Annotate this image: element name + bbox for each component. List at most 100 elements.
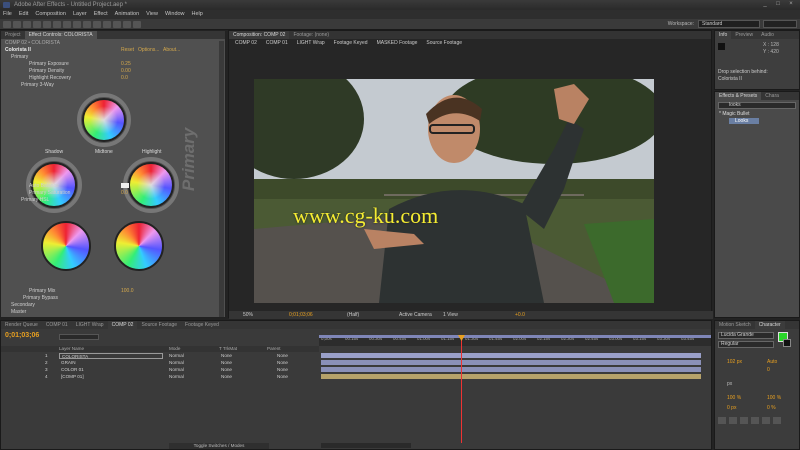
timeline-timecode[interactable]: 0;01;03;06 bbox=[5, 332, 39, 339]
primary-exposure-value[interactable]: 0.25 bbox=[121, 61, 131, 67]
menu-animation[interactable]: Animation bbox=[115, 10, 139, 19]
fx-search-input[interactable]: looks bbox=[718, 102, 796, 109]
current-time-indicator[interactable] bbox=[461, 335, 462, 443]
layer-mode[interactable]: Normal bbox=[169, 353, 184, 359]
tab-comp02[interactable]: COMP 02 bbox=[107, 321, 138, 329]
clone-tool-icon[interactable] bbox=[103, 21, 111, 28]
composition-viewer[interactable] bbox=[254, 79, 654, 303]
font-size-value[interactable]: 102 px bbox=[727, 359, 742, 365]
tab-motion-sketch[interactable]: Motion Sketch bbox=[715, 321, 755, 329]
layer-mode[interactable]: Normal bbox=[169, 360, 184, 366]
help-search-input[interactable] bbox=[763, 20, 797, 28]
menu-composition[interactable]: Composition bbox=[35, 10, 66, 19]
tab-info[interactable]: Info bbox=[715, 31, 732, 39]
layer-trkmat[interactable]: None bbox=[221, 367, 232, 373]
rotate-tool-icon[interactable] bbox=[33, 21, 41, 28]
auto-balance-swatch[interactable] bbox=[121, 183, 129, 188]
menu-edit[interactable]: Edit bbox=[19, 10, 28, 19]
layer-mode[interactable]: Normal bbox=[169, 374, 184, 380]
pan-behind-tool-icon[interactable] bbox=[53, 21, 61, 28]
layer-parent[interactable]: None bbox=[277, 367, 288, 373]
faux-bold-button[interactable] bbox=[718, 417, 726, 424]
work-area-bar[interactable] bbox=[319, 335, 711, 338]
superscript-button[interactable] bbox=[762, 417, 770, 424]
tsume-value[interactable]: 0 % bbox=[767, 405, 776, 411]
vertical-scale-value[interactable]: 100 % bbox=[727, 395, 741, 401]
layer-name[interactable]: GRAIN bbox=[61, 360, 76, 366]
font-style-select[interactable]: Regular bbox=[718, 341, 774, 348]
brush-tool-icon[interactable] bbox=[93, 21, 101, 28]
leading-value[interactable]: Auto bbox=[767, 359, 777, 365]
layer-parent[interactable]: None bbox=[277, 360, 288, 366]
tab-composition[interactable]: Composition: COMP 02 bbox=[229, 31, 290, 39]
font-family-select[interactable]: Lucida Grande bbox=[718, 332, 774, 339]
zoom-select[interactable]: 50% bbox=[243, 311, 253, 319]
layer-name[interactable]: COLORISTA bbox=[59, 353, 163, 359]
layer-name[interactable]: COLOR 01 bbox=[61, 367, 84, 373]
layer-bar[interactable] bbox=[321, 353, 701, 358]
subscript-button[interactable] bbox=[773, 417, 781, 424]
workspace-select[interactable]: Standard bbox=[698, 20, 760, 28]
tab-effects-presets[interactable]: Effects & Presets bbox=[715, 92, 762, 100]
stroke-color-swatch[interactable] bbox=[783, 339, 791, 347]
left-panel-scrollbar[interactable] bbox=[219, 41, 224, 317]
about-link[interactable]: About... bbox=[163, 47, 180, 53]
current-time-display[interactable]: 0;01;03;06 bbox=[289, 311, 313, 319]
fx-item-looks[interactable]: Looks bbox=[729, 118, 759, 124]
tab-character[interactable]: Character bbox=[754, 321, 785, 329]
secondary-group[interactable]: Secondary bbox=[11, 302, 35, 308]
tab-character-short[interactable]: Chara bbox=[761, 92, 783, 100]
reset-link[interactable]: Reset bbox=[121, 47, 134, 53]
layer-bar[interactable] bbox=[321, 374, 701, 379]
highlight-recovery-value[interactable]: 0.0 bbox=[121, 75, 128, 81]
tab-audio[interactable]: Audio bbox=[757, 31, 778, 39]
exposure-value[interactable]: +0.0 bbox=[515, 311, 525, 319]
resolution-select[interactable]: (Half) bbox=[347, 311, 359, 319]
menu-help[interactable]: Help bbox=[192, 10, 203, 19]
flow-comp01[interactable]: COMP 01 bbox=[266, 40, 288, 46]
hsl-hue-wheel[interactable] bbox=[41, 221, 91, 271]
selection-tool-icon[interactable] bbox=[3, 21, 11, 28]
layer-trkmat[interactable]: None bbox=[221, 360, 232, 366]
menu-view[interactable]: View bbox=[146, 10, 158, 19]
flow-masked-footage[interactable]: MASKED Footage bbox=[377, 40, 418, 46]
toggle-switches-modes-button[interactable]: Toggle Switches / Modes bbox=[169, 443, 269, 449]
hand-tool-icon[interactable] bbox=[13, 21, 21, 28]
primary-saturation-value[interactable]: 0.0 bbox=[121, 190, 128, 196]
minimize-button[interactable]: _ bbox=[760, 1, 770, 8]
text-tool-icon[interactable] bbox=[83, 21, 91, 28]
layer-row[interactable]: 4 [COMP 01] Normal None None bbox=[1, 374, 319, 380]
camera-select[interactable]: Active Camera bbox=[399, 311, 432, 319]
layer-row[interactable]: 3 COLOR 01 Normal None None bbox=[1, 367, 319, 373]
hsl-saturation-wheel[interactable] bbox=[114, 221, 164, 271]
primary-group[interactable]: Primary bbox=[11, 54, 28, 60]
faux-italic-button[interactable] bbox=[729, 417, 737, 424]
tab-footage[interactable]: Footage: (none) bbox=[289, 31, 333, 39]
tab-effect-controls[interactable]: Effect Controls: COLORISTA bbox=[24, 31, 97, 39]
timeline-zoom-slider[interactable] bbox=[321, 443, 411, 448]
puppet-tool-icon[interactable] bbox=[133, 21, 141, 28]
zoom-tool-icon[interactable] bbox=[23, 21, 31, 28]
timeline-search-input[interactable] bbox=[59, 334, 99, 340]
layer-parent[interactable]: None bbox=[277, 353, 288, 359]
midtone-wheel[interactable] bbox=[82, 98, 126, 142]
layer-row[interactable]: 1 COLORISTA Normal None None bbox=[1, 353, 319, 359]
flow-source-footage[interactable]: Source Footage bbox=[426, 40, 462, 46]
layer-mode[interactable]: Normal bbox=[169, 367, 184, 373]
flow-footage-keyed[interactable]: Footage Keyed bbox=[334, 40, 368, 46]
primary-mix-value[interactable]: 100.0 bbox=[121, 288, 134, 294]
primary-3way-label[interactable]: Primary 3-Way bbox=[21, 82, 54, 88]
menu-file[interactable]: File bbox=[3, 10, 12, 19]
layer-name[interactable]: [COMP 01] bbox=[61, 374, 84, 380]
menu-window[interactable]: Window bbox=[165, 10, 185, 19]
camera-tool-icon[interactable] bbox=[43, 21, 51, 28]
baseline-shift-value[interactable]: 0 px bbox=[727, 405, 736, 411]
pen-tool-icon[interactable] bbox=[73, 21, 81, 28]
flow-comp02[interactable]: COMP 02 bbox=[235, 40, 257, 46]
fx-category[interactable]: * Magic Bullet bbox=[719, 111, 750, 117]
tab-source-footage[interactable]: Source Footage bbox=[137, 321, 181, 329]
tab-project[interactable]: Project bbox=[1, 31, 25, 39]
highlight-wheel[interactable] bbox=[128, 162, 174, 208]
options-link[interactable]: Options... bbox=[138, 47, 159, 53]
flow-light-wrap[interactable]: LIGHT Wrap bbox=[297, 40, 325, 46]
